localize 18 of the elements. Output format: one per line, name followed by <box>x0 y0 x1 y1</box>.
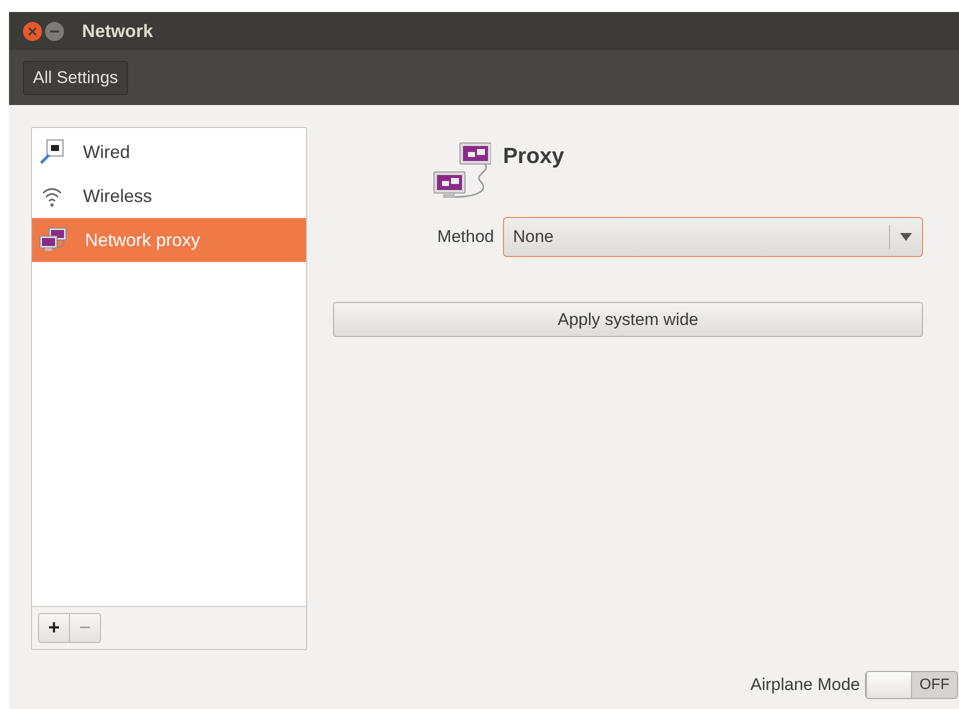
airplane-mode-label: Airplane Mode <box>750 674 860 696</box>
window-title: Network <box>82 20 154 42</box>
close-button[interactable] <box>23 22 42 40</box>
sidebar-item[interactable]: Wireless <box>32 174 306 218</box>
minimize-icon <box>50 30 59 32</box>
method-label: Method <box>436 226 494 248</box>
sidebar-item[interactable]: Wired <box>32 130 306 174</box>
minimize-button[interactable] <box>45 22 64 40</box>
add-button[interactable]: + <box>38 613 70 643</box>
all-settings-button[interactable]: All Settings <box>23 60 128 94</box>
dropdown-arrow-icon <box>900 233 912 241</box>
method-dropdown[interactable]: None <box>503 217 923 257</box>
apply-system-wide-button[interactable]: Apply system wide <box>333 302 923 337</box>
airplane-mode-switch[interactable]: OFF <box>865 671 958 699</box>
panel-title: Proxy <box>503 142 564 170</box>
proxy-icon <box>39 227 67 253</box>
ethernet-icon <box>39 139 65 165</box>
close-icon <box>28 26 37 36</box>
